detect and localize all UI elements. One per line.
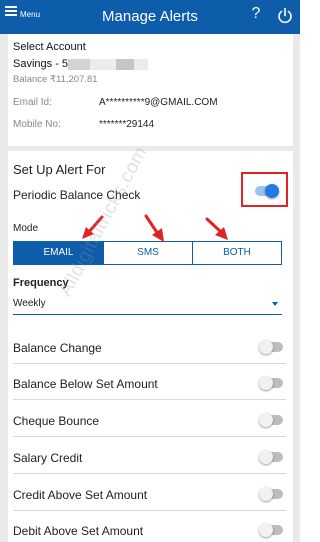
alert-option-balance-below-toggle[interactable] [259, 376, 283, 390]
divider [13, 510, 286, 511]
alert-option-salary-credit-toggle[interactable] [259, 450, 283, 464]
account-selector[interactable]: Savings - 5 [13, 58, 68, 70]
alert-option-debit-above-label: Debit Above Set Amount [13, 524, 144, 538]
alert-option-credit-above-label: Credit Above Set Amount [13, 488, 148, 502]
toggle-highlight-box [241, 172, 288, 207]
email-label: Email Id: [13, 97, 52, 108]
alert-option-credit-above-toggle[interactable] [259, 487, 283, 501]
alert-option-cheque-bounce-label: Cheque Bounce [13, 414, 100, 428]
email-value: A**********9@GMAIL.COM [99, 97, 218, 108]
frequency-value: Weekly [13, 298, 46, 309]
frequency-dropdown[interactable]: Weekly [13, 293, 282, 315]
right-margin [293, 34, 300, 542]
masked-account-number [68, 59, 90, 70]
power-icon[interactable] [276, 6, 294, 26]
annotation-arrow-both [205, 217, 228, 240]
divider [13, 436, 286, 437]
alert-option-balance-below-label: Balance Below Set Amount [13, 377, 158, 391]
account-balance: Balance ₹11,207.81 [13, 74, 98, 85]
alert-option-cheque-bounce-toggle[interactable] [259, 413, 283, 427]
masked-account-number-part [134, 59, 148, 70]
help-icon[interactable]: ? [248, 5, 264, 27]
dropdown-caret-icon [272, 302, 278, 306]
alert-option-balance-change-label: Balance Change [13, 341, 102, 355]
app-header: Menu Manage Alerts ? [0, 0, 300, 34]
account-card: Select Account Savings - 5 Balance ₹11,2… [8, 34, 293, 146]
alert-option-balance-change-toggle[interactable] [259, 340, 283, 354]
select-account-heading: Select Account [13, 41, 86, 53]
alert-setup-card: Set Up Alert For Periodic Balance Check … [8, 151, 293, 542]
divider [13, 399, 286, 400]
divider [13, 363, 286, 364]
annotation-arrow-sms [144, 214, 164, 242]
alert-option-salary-credit-label: Salary Credit [13, 451, 83, 465]
masked-account-number-part [116, 59, 134, 70]
mobile-value: *******29144 [99, 119, 155, 130]
left-margin [0, 34, 8, 542]
divider [13, 473, 286, 474]
masked-account-number-part [90, 59, 116, 70]
alert-option-debit-above-toggle[interactable] [259, 523, 283, 537]
setup-alert-heading: Set Up Alert For [13, 162, 106, 177]
mobile-label: Mobile No: [13, 119, 61, 130]
mode-label: Mode [13, 223, 39, 234]
